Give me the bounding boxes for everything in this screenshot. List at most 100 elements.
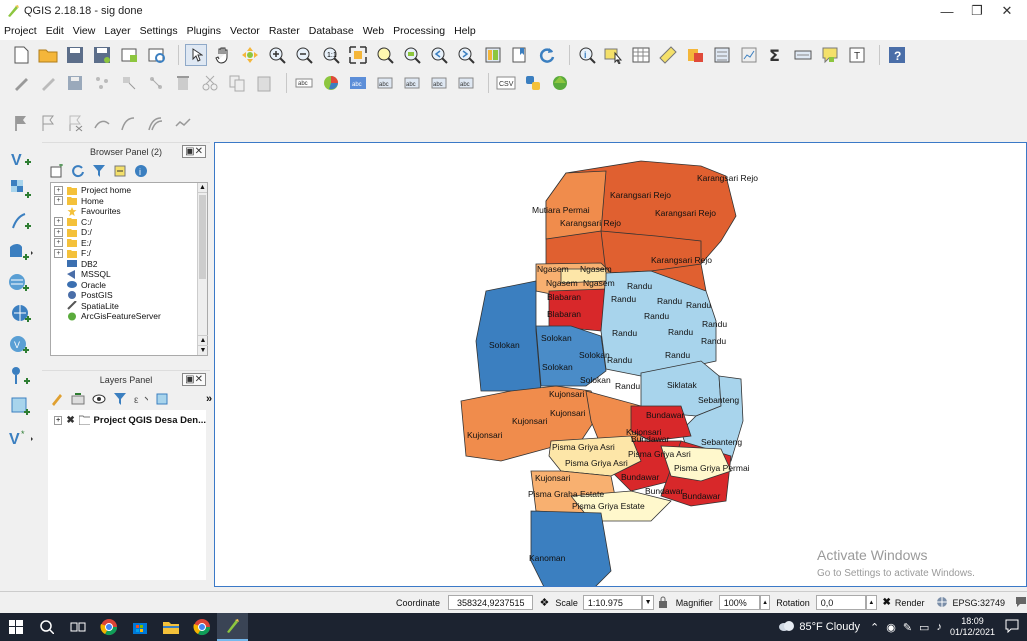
python-icon[interactable] (522, 72, 544, 94)
magnifier-spin-icon[interactable]: ▲ (759, 595, 771, 610)
reshape-icon[interactable] (118, 112, 140, 134)
expand-icon[interactable]: + (54, 248, 63, 258)
menu-raster[interactable]: Raster (269, 25, 300, 37)
tree-item[interactable]: PostGIS (51, 290, 207, 301)
menu-database[interactable]: Database (309, 25, 354, 37)
rotate-label-icon[interactable]: abc (428, 72, 450, 94)
new-shapefile-icon[interactable]: V * (6, 424, 36, 452)
add-raster-layer-icon[interactable] (6, 176, 36, 204)
open-attribute-table-icon[interactable] (630, 44, 652, 66)
new-bookmark-icon[interactable] (509, 44, 531, 66)
show-hide-labels-icon[interactable]: abc (374, 72, 396, 94)
clock[interactable]: 18:09 01/12/2021 (950, 616, 995, 638)
battery-icon[interactable]: ▭ (919, 621, 929, 634)
pan-icon[interactable] (212, 44, 234, 66)
restore-button[interactable]: ❐ (962, 0, 992, 22)
expand-icon[interactable]: + (54, 196, 63, 206)
composer-manager-icon[interactable] (145, 44, 167, 66)
menu-plugins[interactable]: Plugins (187, 25, 221, 37)
select-features-icon[interactable] (603, 44, 625, 66)
zoom-native-icon[interactable]: 1:1 (320, 44, 342, 66)
move-feature-icon[interactable] (118, 72, 140, 94)
properties-icon[interactable]: i (134, 164, 148, 178)
add-postgis-icon[interactable] (6, 362, 36, 390)
offset-curve-icon[interactable] (145, 112, 167, 134)
tree-item[interactable]: + D:/ (51, 227, 207, 238)
menu-layer[interactable]: Layer (104, 25, 130, 37)
refresh-icon[interactable] (536, 44, 558, 66)
magnifier-field[interactable]: 100% (718, 595, 760, 610)
touch-zoom-icon[interactable] (185, 43, 207, 66)
lock-icon[interactable] (658, 596, 668, 610)
add-vector-layer-icon[interactable]: V (6, 145, 36, 173)
chrome-second-icon[interactable] (186, 613, 217, 641)
save-as-icon[interactable] (91, 44, 113, 66)
menu-view[interactable]: View (73, 25, 96, 37)
filter-legend-icon[interactable] (113, 392, 127, 406)
copy-features-icon[interactable] (226, 72, 248, 94)
crs-status[interactable]: EPSG:32749 (952, 598, 1005, 608)
pen-workspace-icon[interactable]: ✎ (903, 621, 912, 634)
add-group-icon[interactable] (71, 392, 85, 406)
pan-to-selection-icon[interactable] (239, 44, 261, 66)
rotation-spin-icon[interactable]: ▲ (866, 595, 877, 610)
tree-item[interactable]: Favourites (51, 206, 207, 217)
browser-scrollbar[interactable]: ▲ ▲ ▼ (197, 183, 208, 355)
map-canvas[interactable]: Karangsari Rejo Karangsari Rejo Mutiara … (214, 142, 1027, 587)
zoom-last-icon[interactable] (428, 44, 450, 66)
menu-project[interactable]: Project (4, 25, 37, 37)
scale-field[interactable]: 1:10.975 (582, 595, 643, 610)
tree-item[interactable]: + Home (51, 196, 207, 207)
tree-item[interactable]: + Project home (51, 185, 207, 196)
close-button[interactable]: ✕ (992, 0, 1022, 22)
split-icon[interactable] (91, 112, 113, 134)
scale-dropdown-icon[interactable]: ▼ (642, 595, 654, 610)
zoom-to-selection-icon[interactable] (374, 44, 396, 66)
style-icon[interactable] (684, 44, 706, 66)
field-calculator-icon[interactable] (711, 44, 733, 66)
toggle-extents-icon[interactable]: ❖ (539, 596, 549, 609)
save-project-icon[interactable] (64, 44, 86, 66)
open-layer-styling-icon[interactable] (50, 392, 64, 406)
pin-labels-icon[interactable]: abc (347, 72, 369, 94)
zoom-in-icon[interactable] (266, 44, 288, 66)
add-spatialite-icon[interactable] (6, 238, 36, 266)
new-map-view-icon[interactable] (482, 44, 504, 66)
change-label-icon[interactable]: abc (455, 72, 477, 94)
menu-processing[interactable]: Processing (393, 25, 445, 37)
tree-item[interactable]: MSSQL (51, 269, 207, 280)
crs-globe-icon[interactable] (936, 596, 948, 610)
volume-icon[interactable]: ♪ (936, 621, 942, 633)
statistics-icon[interactable] (738, 44, 760, 66)
minimize-button[interactable]: — (932, 0, 962, 22)
add-feature-icon[interactable] (91, 72, 113, 94)
store-icon[interactable] (124, 613, 155, 641)
filter-icon[interactable] (92, 164, 106, 178)
meet-now-icon[interactable]: ◉ (886, 621, 896, 634)
add-wcs-icon[interactable] (6, 300, 36, 328)
new-project-icon[interactable] (10, 44, 32, 66)
expand-icon[interactable]: + (54, 217, 63, 227)
more-icon[interactable]: » (206, 392, 212, 406)
layer-diagram-icon[interactable] (320, 72, 342, 94)
expand-icon[interactable]: + (54, 415, 63, 425)
coordinate-field[interactable]: 358324,9237515 (448, 595, 534, 610)
menu-web[interactable]: Web (363, 25, 384, 37)
zoom-to-layer-icon[interactable] (401, 44, 423, 66)
node-tool-icon[interactable] (145, 72, 167, 94)
expand-icon[interactable]: + (54, 227, 63, 237)
task-view-icon[interactable] (62, 613, 93, 641)
stop-digitize-icon[interactable] (64, 112, 86, 134)
notifications-icon[interactable] (1005, 619, 1019, 636)
zoom-out-icon[interactable] (293, 44, 315, 66)
menu-settings[interactable]: Settings (140, 25, 178, 37)
cut-features-icon[interactable] (199, 72, 221, 94)
panel-float-close-icon[interactable]: ▣✕ (182, 145, 206, 158)
zoom-next-icon[interactable] (455, 44, 477, 66)
scroll-thumb[interactable] (199, 195, 206, 279)
tree-item[interactable]: Oracle (51, 280, 207, 291)
add-mssql-icon[interactable] (6, 393, 36, 421)
measure-icon[interactable] (657, 44, 679, 66)
delete-selected-icon[interactable] (172, 72, 194, 94)
chrome-icon[interactable] (93, 613, 124, 641)
